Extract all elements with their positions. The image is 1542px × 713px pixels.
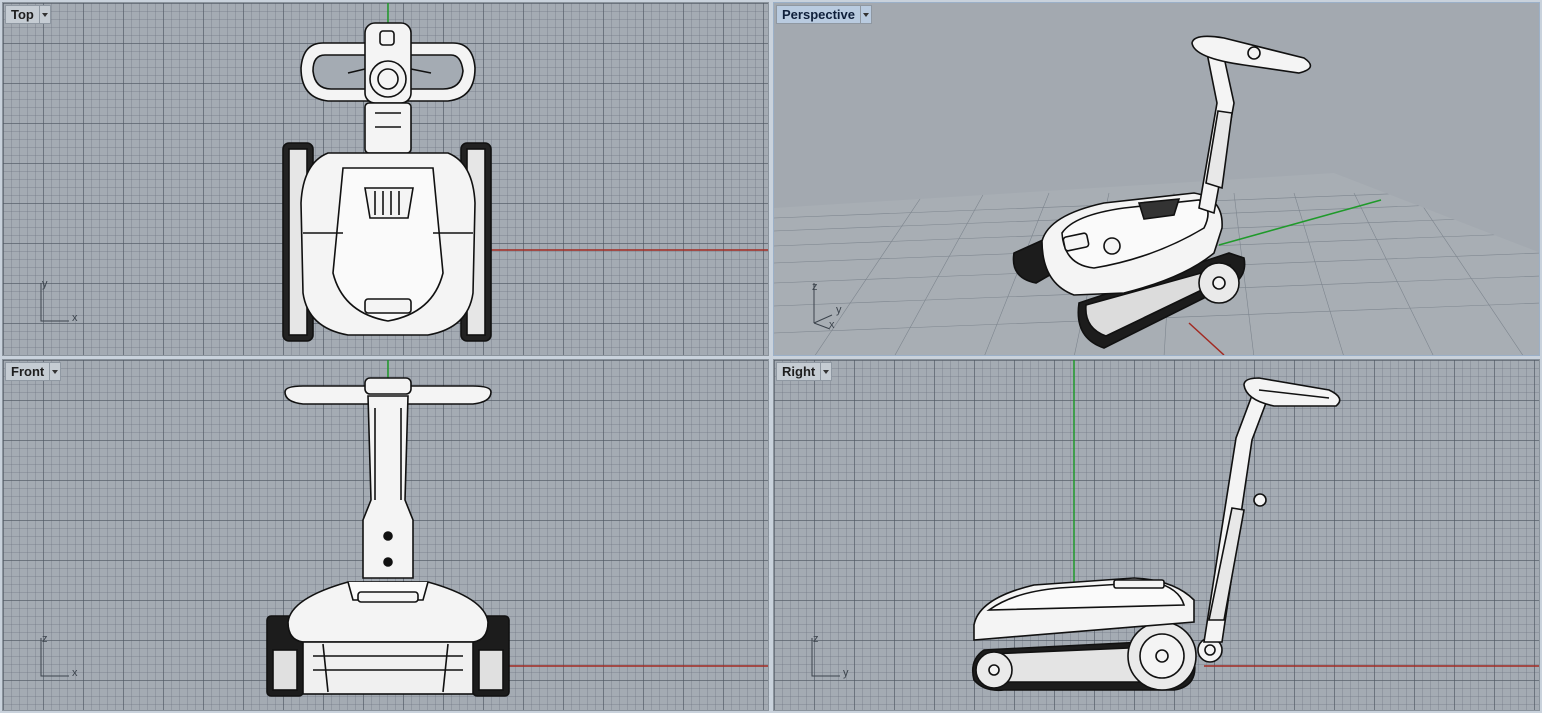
right-view-model[interactable] <box>774 360 1540 711</box>
front-view-model[interactable] <box>3 360 769 711</box>
viewport-title-label: Front <box>11 364 45 379</box>
top-view-model[interactable] <box>3 3 769 356</box>
axis-indicator-icon: z x <box>40 633 78 679</box>
viewport-title-front[interactable]: Front <box>5 362 62 381</box>
viewport-right[interactable]: Right z y <box>773 359 1540 711</box>
viewport-perspective[interactable]: Perspective z y x <box>773 2 1540 356</box>
viewport-title-right[interactable]: Right <box>776 362 833 381</box>
axis-indicator-icon: z y <box>811 633 849 679</box>
dropdown-arrow-icon[interactable] <box>49 363 60 380</box>
viewport-title-top[interactable]: Top <box>5 5 51 24</box>
axis-indicator-icon: z y x <box>812 281 842 331</box>
viewport-title-label: Perspective <box>782 7 855 22</box>
dropdown-arrow-icon[interactable] <box>860 6 871 23</box>
axis-indicator-icon: y x <box>40 278 78 324</box>
viewport-title-label: Top <box>11 7 34 22</box>
perspective-view-model[interactable] <box>774 3 1540 356</box>
dropdown-arrow-icon[interactable] <box>820 363 831 380</box>
viewport-title-perspective[interactable]: Perspective <box>776 5 872 24</box>
viewport-front[interactable]: Front z x <box>2 359 769 711</box>
dropdown-arrow-icon[interactable] <box>38 6 50 23</box>
viewport-title-label: Right <box>782 364 816 379</box>
viewport-top[interactable]: Top y x <box>2 2 769 356</box>
